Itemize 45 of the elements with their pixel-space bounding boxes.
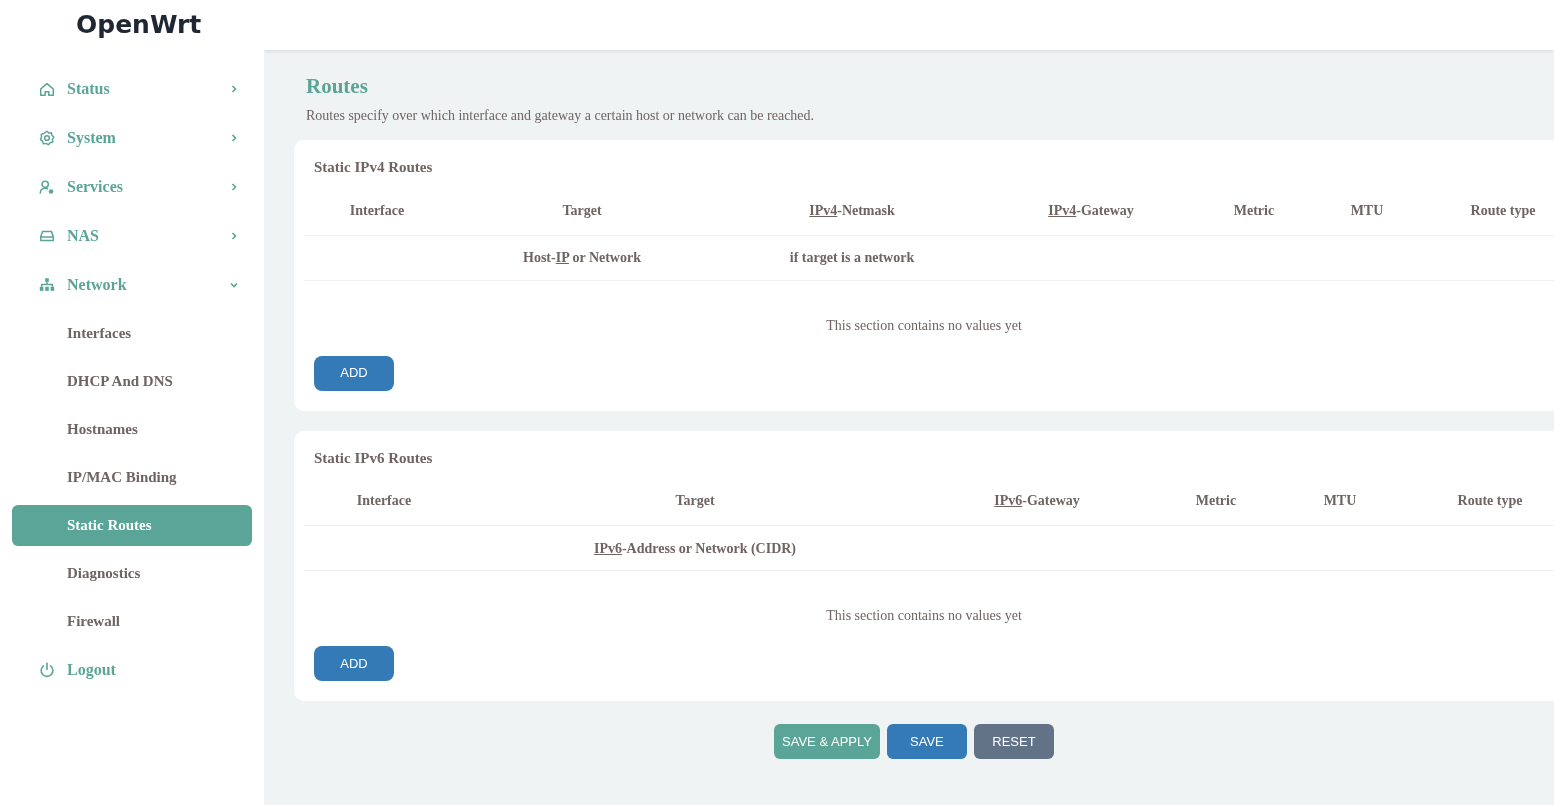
page-title: Routes [305,74,369,98]
column-header: Target [675,493,715,508]
submenu-item[interactable]: DHCP And DNS [12,360,252,402]
empty-message: This section contains no values yet [826,316,1022,335]
column-header: Route type [1457,493,1523,508]
logout-link[interactable]: Logout [12,645,252,694]
column-header: Target [562,202,602,218]
column-header: Metric [1195,493,1237,508]
submenu-item[interactable]: IP/MAC Binding [12,456,252,498]
submenu-item[interactable]: Firewall [12,600,252,642]
empty-message: This section contains no values yet [826,607,1022,625]
column-hint: IPv6-Address or Network (CIDR) [593,540,797,556]
column-header: MTU [1323,493,1357,508]
menu-item[interactable]: System [12,113,252,162]
column-header: IPv4-Netmask [809,202,895,218]
menu-item[interactable]: NAS [12,211,252,260]
action-button[interactable]: SAVE [886,724,967,759]
menu-item[interactable]: Services [12,162,252,211]
column-header: Metric [1233,202,1275,218]
menu-item[interactable]: Network [12,260,252,309]
column-header: MTU [1350,202,1384,218]
gear-icon [38,128,56,147]
submenu-item[interactable]: Diagnostics [12,552,252,594]
add-button[interactable]: ADD [314,646,394,681]
column-hint: Host-IP or Network [523,250,641,265]
user-icon [38,177,56,196]
logo[interactable]: OpenWrt [76,6,202,44]
column-header: Interface [349,202,405,218]
section-title: Static IPv4 Routes [313,158,434,177]
column-header: IPv4-Gateway [1048,202,1134,218]
submenu-item[interactable]: Hostnames [12,408,252,450]
submenu-item[interactable]: Interfaces [12,312,252,354]
column-hint: if target is a network [789,250,915,265]
menu-item[interactable]: Status [12,64,252,113]
column-header: IPv6-Gateway [994,493,1080,508]
column-header: Route type [1470,202,1536,218]
submenu-item[interactable]: Static Routes [12,504,252,546]
section-title: Static IPv6 Routes [313,448,434,468]
page-description: Routes specify over which interface and gateway a certain host or network can be reached. [305,107,816,125]
power-icon [38,660,56,679]
network-icon [38,275,56,294]
action-button[interactable]: SAVE & APPLY [774,724,880,759]
action-button[interactable]: RESET [973,724,1054,759]
column-header: Interface [356,493,412,508]
add-button[interactable]: ADD [314,355,394,391]
